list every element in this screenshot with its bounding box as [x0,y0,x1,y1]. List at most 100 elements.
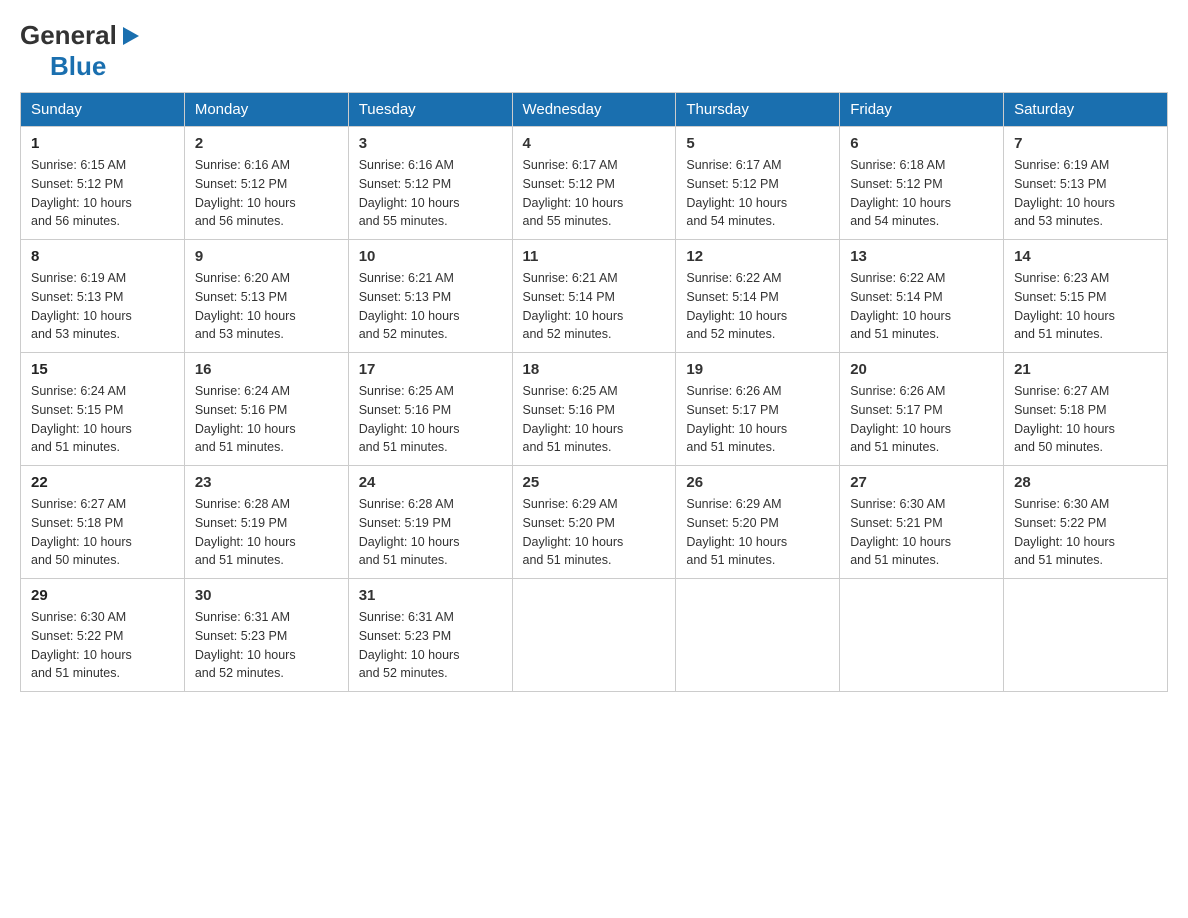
calendar-cell: 20 Sunrise: 6:26 AM Sunset: 5:17 PM Dayl… [840,353,1004,466]
weekday-header-wednesday: Wednesday [512,93,676,127]
page-header: General Blue [20,20,1168,82]
day-info: Sunrise: 6:20 AM Sunset: 5:13 PM Dayligh… [195,269,338,344]
day-info: Sunrise: 6:22 AM Sunset: 5:14 PM Dayligh… [686,269,829,344]
day-number: 12 [686,248,829,265]
logo-general-text: General [20,20,117,51]
day-number: 10 [359,248,502,265]
day-info: Sunrise: 6:25 AM Sunset: 5:16 PM Dayligh… [523,382,666,457]
day-info: Sunrise: 6:17 AM Sunset: 5:12 PM Dayligh… [686,156,829,231]
calendar-cell: 19 Sunrise: 6:26 AM Sunset: 5:17 PM Dayl… [676,353,840,466]
calendar-cell: 18 Sunrise: 6:25 AM Sunset: 5:16 PM Dayl… [512,353,676,466]
calendar-week-row: 29 Sunrise: 6:30 AM Sunset: 5:22 PM Dayl… [21,579,1168,692]
day-info: Sunrise: 6:17 AM Sunset: 5:12 PM Dayligh… [523,156,666,231]
calendar-cell: 14 Sunrise: 6:23 AM Sunset: 5:15 PM Dayl… [1004,240,1168,353]
day-info: Sunrise: 6:26 AM Sunset: 5:17 PM Dayligh… [850,382,993,457]
weekday-header-friday: Friday [840,93,1004,127]
day-info: Sunrise: 6:25 AM Sunset: 5:16 PM Dayligh… [359,382,502,457]
day-number: 18 [523,361,666,378]
day-info: Sunrise: 6:31 AM Sunset: 5:23 PM Dayligh… [359,608,502,683]
day-info: Sunrise: 6:30 AM Sunset: 5:21 PM Dayligh… [850,495,993,570]
day-number: 15 [31,361,174,378]
calendar-cell [512,579,676,692]
calendar-cell: 9 Sunrise: 6:20 AM Sunset: 5:13 PM Dayli… [184,240,348,353]
calendar-cell: 25 Sunrise: 6:29 AM Sunset: 5:20 PM Dayl… [512,466,676,579]
day-info: Sunrise: 6:15 AM Sunset: 5:12 PM Dayligh… [31,156,174,231]
day-number: 28 [1014,474,1157,491]
calendar-cell: 7 Sunrise: 6:19 AM Sunset: 5:13 PM Dayli… [1004,127,1168,240]
weekday-header-tuesday: Tuesday [348,93,512,127]
calendar-cell: 2 Sunrise: 6:16 AM Sunset: 5:12 PM Dayli… [184,127,348,240]
calendar-cell: 28 Sunrise: 6:30 AM Sunset: 5:22 PM Dayl… [1004,466,1168,579]
day-info: Sunrise: 6:27 AM Sunset: 5:18 PM Dayligh… [1014,382,1157,457]
calendar-week-row: 22 Sunrise: 6:27 AM Sunset: 5:18 PM Dayl… [21,466,1168,579]
calendar-cell [676,579,840,692]
calendar-cell: 15 Sunrise: 6:24 AM Sunset: 5:15 PM Dayl… [21,353,185,466]
day-info: Sunrise: 6:19 AM Sunset: 5:13 PM Dayligh… [31,269,174,344]
day-number: 14 [1014,248,1157,265]
day-number: 30 [195,587,338,604]
calendar-cell: 12 Sunrise: 6:22 AM Sunset: 5:14 PM Dayl… [676,240,840,353]
calendar-cell: 30 Sunrise: 6:31 AM Sunset: 5:23 PM Dayl… [184,579,348,692]
calendar-cell: 6 Sunrise: 6:18 AM Sunset: 5:12 PM Dayli… [840,127,1004,240]
day-info: Sunrise: 6:27 AM Sunset: 5:18 PM Dayligh… [31,495,174,570]
day-info: Sunrise: 6:21 AM Sunset: 5:14 PM Dayligh… [523,269,666,344]
calendar-cell: 1 Sunrise: 6:15 AM Sunset: 5:12 PM Dayli… [21,127,185,240]
day-number: 7 [1014,135,1157,152]
day-number: 27 [850,474,993,491]
calendar-cell: 29 Sunrise: 6:30 AM Sunset: 5:22 PM Dayl… [21,579,185,692]
calendar-cell: 3 Sunrise: 6:16 AM Sunset: 5:12 PM Dayli… [348,127,512,240]
day-info: Sunrise: 6:30 AM Sunset: 5:22 PM Dayligh… [1014,495,1157,570]
day-number: 16 [195,361,338,378]
day-info: Sunrise: 6:30 AM Sunset: 5:22 PM Dayligh… [31,608,174,683]
calendar-week-row: 8 Sunrise: 6:19 AM Sunset: 5:13 PM Dayli… [21,240,1168,353]
day-number: 19 [686,361,829,378]
day-info: Sunrise: 6:31 AM Sunset: 5:23 PM Dayligh… [195,608,338,683]
calendar-table: SundayMondayTuesdayWednesdayThursdayFrid… [20,92,1168,692]
calendar-cell [840,579,1004,692]
calendar-cell: 26 Sunrise: 6:29 AM Sunset: 5:20 PM Dayl… [676,466,840,579]
logo-blue-text: Blue [50,51,106,82]
day-number: 20 [850,361,993,378]
day-number: 4 [523,135,666,152]
day-number: 26 [686,474,829,491]
calendar-cell: 8 Sunrise: 6:19 AM Sunset: 5:13 PM Dayli… [21,240,185,353]
day-info: Sunrise: 6:19 AM Sunset: 5:13 PM Dayligh… [1014,156,1157,231]
day-info: Sunrise: 6:18 AM Sunset: 5:12 PM Dayligh… [850,156,993,231]
day-info: Sunrise: 6:16 AM Sunset: 5:12 PM Dayligh… [359,156,502,231]
day-number: 1 [31,135,174,152]
logo-flag-icon [119,25,141,47]
calendar-cell: 27 Sunrise: 6:30 AM Sunset: 5:21 PM Dayl… [840,466,1004,579]
calendar-header-row: SundayMondayTuesdayWednesdayThursdayFrid… [21,93,1168,127]
day-info: Sunrise: 6:21 AM Sunset: 5:13 PM Dayligh… [359,269,502,344]
day-number: 11 [523,248,666,265]
day-number: 6 [850,135,993,152]
day-info: Sunrise: 6:23 AM Sunset: 5:15 PM Dayligh… [1014,269,1157,344]
calendar-cell: 5 Sunrise: 6:17 AM Sunset: 5:12 PM Dayli… [676,127,840,240]
day-number: 24 [359,474,502,491]
calendar-cell: 13 Sunrise: 6:22 AM Sunset: 5:14 PM Dayl… [840,240,1004,353]
day-info: Sunrise: 6:16 AM Sunset: 5:12 PM Dayligh… [195,156,338,231]
calendar-cell: 10 Sunrise: 6:21 AM Sunset: 5:13 PM Dayl… [348,240,512,353]
weekday-header-saturday: Saturday [1004,93,1168,127]
day-info: Sunrise: 6:28 AM Sunset: 5:19 PM Dayligh… [359,495,502,570]
weekday-header-sunday: Sunday [21,93,185,127]
calendar-cell: 22 Sunrise: 6:27 AM Sunset: 5:18 PM Dayl… [21,466,185,579]
calendar-cell: 23 Sunrise: 6:28 AM Sunset: 5:19 PM Dayl… [184,466,348,579]
day-number: 2 [195,135,338,152]
calendar-week-row: 1 Sunrise: 6:15 AM Sunset: 5:12 PM Dayli… [21,127,1168,240]
calendar-cell: 17 Sunrise: 6:25 AM Sunset: 5:16 PM Dayl… [348,353,512,466]
day-number: 23 [195,474,338,491]
calendar-week-row: 15 Sunrise: 6:24 AM Sunset: 5:15 PM Dayl… [21,353,1168,466]
day-number: 29 [31,587,174,604]
calendar-cell: 21 Sunrise: 6:27 AM Sunset: 5:18 PM Dayl… [1004,353,1168,466]
logo: General Blue [20,20,141,82]
day-number: 13 [850,248,993,265]
calendar-cell [1004,579,1168,692]
calendar-cell: 24 Sunrise: 6:28 AM Sunset: 5:19 PM Dayl… [348,466,512,579]
calendar-cell: 4 Sunrise: 6:17 AM Sunset: 5:12 PM Dayli… [512,127,676,240]
calendar-cell: 31 Sunrise: 6:31 AM Sunset: 5:23 PM Dayl… [348,579,512,692]
day-number: 31 [359,587,502,604]
day-number: 22 [31,474,174,491]
day-number: 25 [523,474,666,491]
day-info: Sunrise: 6:22 AM Sunset: 5:14 PM Dayligh… [850,269,993,344]
